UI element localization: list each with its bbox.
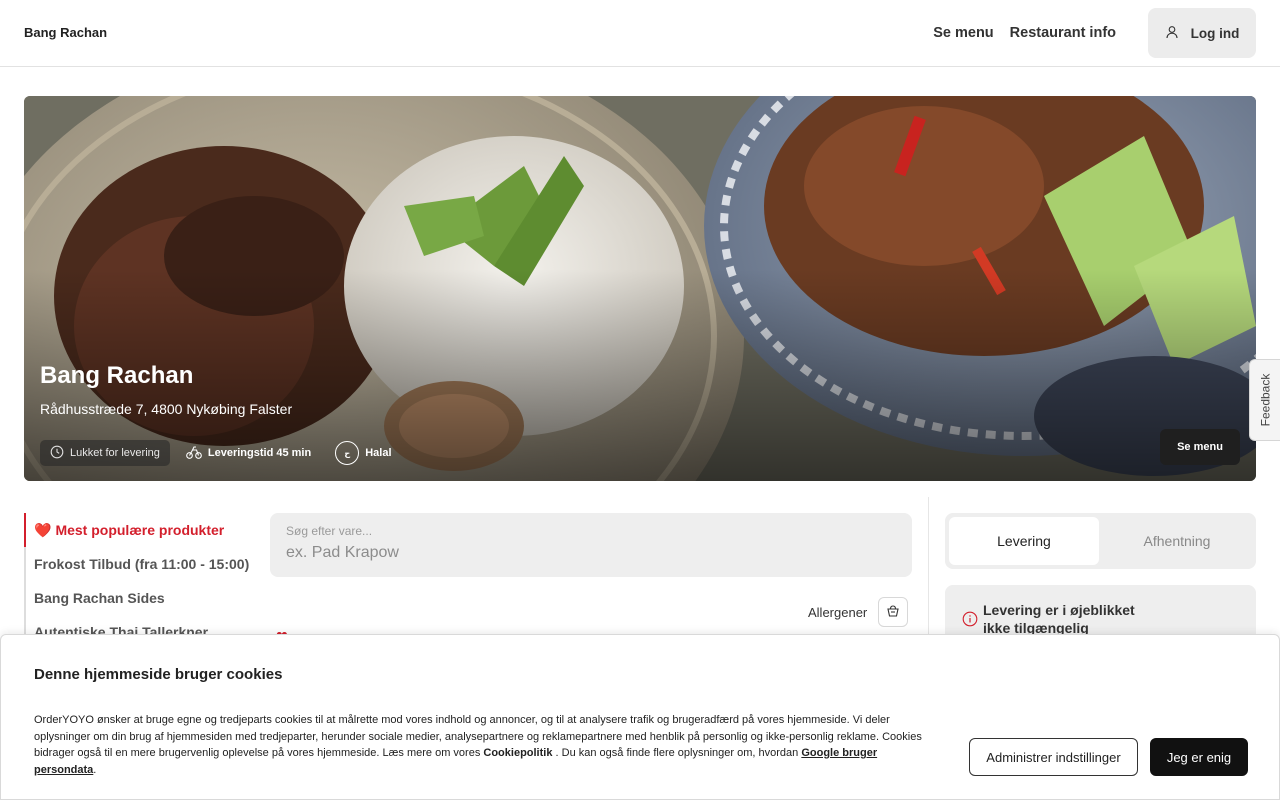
allergens-control: Allergener — [808, 597, 909, 627]
nav-restaurant-info[interactable]: Restaurant info — [1010, 25, 1116, 41]
cookie-banner: Denne hjemmeside bruger cookies OrderYOY… — [0, 634, 1280, 800]
cookie-title: Denne hjemmeside bruger cookies — [34, 666, 283, 683]
feedback-tab[interactable]: Feedback — [1249, 359, 1280, 441]
order-mode-toggle: Levering Afhentning — [945, 513, 1256, 569]
bike-icon — [186, 444, 202, 463]
allergen-icon — [886, 604, 900, 621]
hero-banner: Bang Rachan Rådhusstræde 7, 4800 Nykøbin… — [24, 96, 1256, 481]
category-label: Bang Rachan Sides — [34, 590, 165, 606]
hero-badges: Lukket for levering Leveringstid 45 min … — [40, 440, 400, 466]
clock-icon — [50, 445, 64, 462]
accept-cookies-button[interactable]: Jeg er enig — [1150, 738, 1248, 776]
search-label: Søg efter vare... — [286, 524, 373, 538]
delivery-time-badge: Leveringstid 45 min — [178, 440, 319, 466]
allergen-filter-button[interactable] — [878, 597, 909, 627]
manage-settings-button[interactable]: Administrer indstillinger — [969, 738, 1138, 776]
nav-see-menu[interactable]: Se menu — [933, 25, 993, 41]
category-item-popular[interactable]: ❤️ Mest populære produkter — [24, 513, 254, 547]
allergens-label: Allergener — [808, 604, 868, 620]
cookie-body: OrderYOYO ønsker at bruge egne og tredje… — [34, 712, 929, 778]
hero-shade — [24, 96, 1256, 481]
notice-text: Levering er i øjeblikket ikke tilgængeli… — [983, 602, 1135, 636]
halal-badge: ح Halal — [327, 440, 399, 466]
login-label: Log ind — [1190, 25, 1240, 41]
status-badge: Lukket for levering — [40, 440, 170, 466]
search-input[interactable] — [286, 541, 886, 565]
hero-see-menu-button[interactable]: Se menu — [1160, 429, 1240, 465]
cookie-text: . Du kan også finde flere oplysninger om… — [552, 747, 802, 759]
cookie-text: . — [93, 763, 97, 776]
delivery-time-text: Leveringstid 45 min — [207, 447, 312, 459]
halal-text: Halal — [365, 447, 392, 459]
tab-pickup[interactable]: Afhentning — [1102, 517, 1252, 565]
category-item-lunch[interactable]: Frokost Tilbud (fra 11:00 - 15:00) — [24, 547, 254, 581]
halal-icon: ح — [335, 441, 360, 465]
info-icon — [962, 611, 978, 632]
category-label: Frokost Tilbud (fra 11:00 - 15:00) — [34, 556, 250, 572]
login-button[interactable]: Log ind — [1148, 8, 1256, 58]
tab-delivery[interactable]: Levering — [949, 517, 1099, 565]
search-box: Søg efter vare... — [270, 513, 912, 577]
user-icon — [1165, 25, 1179, 42]
top-bar: Bang Rachan Se menu Restaurant info Log … — [0, 0, 1280, 67]
heart-icon: ❤️ — [34, 521, 52, 538]
restaurant-address: Rådhusstræde 7, 4800 Nykøbing Falster — [40, 401, 293, 417]
cookie-policy-link[interactable]: Cookiepolitik — [483, 747, 552, 759]
main-nav: Se menu Restaurant info — [933, 25, 1116, 41]
restaurant-name: Bang Rachan — [40, 362, 194, 389]
category-label: Mest populære produkter — [55, 522, 225, 538]
status-text: Lukket for levering — [70, 447, 160, 459]
category-item-sides[interactable]: Bang Rachan Sides — [24, 581, 254, 615]
brand-link[interactable]: Bang Rachan — [24, 25, 107, 40]
category-nav: ❤️ Mest populære produkter Frokost Tilbu… — [24, 513, 254, 649]
feedback-label: Feedback — [1258, 373, 1273, 427]
